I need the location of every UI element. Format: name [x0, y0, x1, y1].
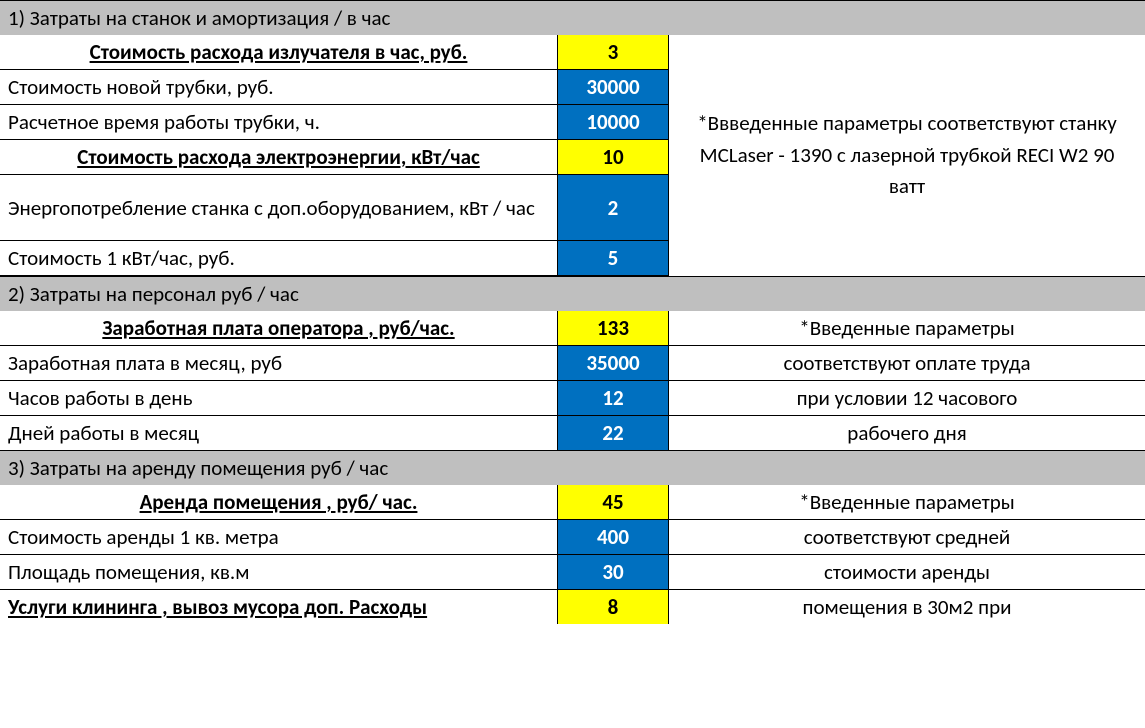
power-consumption-label: Энергопотребление станка с доп.оборудова… — [0, 175, 558, 240]
section-2-note-3: при условии 12 часового — [669, 381, 1145, 415]
section-1-header: 1) Затраты на станок и амортизация / в ч… — [0, 0, 1145, 35]
section-3-note-2: соответствуют средней — [669, 520, 1145, 554]
section-3-note-1: *Введенные параметры — [669, 485, 1145, 519]
power-consumption-value[interactable]: 2 — [558, 175, 669, 240]
tube-hours-label: Расчетное время работы трубки, ч. — [0, 105, 558, 139]
section-3-header: 3) Затраты на аренду помещения руб / час — [0, 450, 1145, 485]
operator-salary-value: 133 — [558, 311, 669, 345]
emitter-cost-label: Стоимость расхода излучателя в час, руб. — [0, 35, 558, 69]
electricity-cost-value: 10 — [558, 140, 669, 174]
rent-per-meter-label: Стоимость аренды 1 кв. метра — [0, 520, 558, 554]
cleaning-label: Услуги клининга , вывоз мусора доп. Расх… — [0, 590, 558, 624]
kwh-cost-value[interactable]: 5 — [558, 241, 669, 275]
monthly-salary-label: Заработная плата в месяц, руб — [0, 346, 558, 380]
emitter-cost-value: 3 — [558, 35, 669, 69]
section-2-note-4: рабочего дня — [669, 416, 1145, 450]
hours-per-day-label: Часов работы в день — [0, 381, 558, 415]
tube-cost-label: Стоимость новой трубки, руб. — [0, 70, 558, 104]
rent-per-hour-label: Аренда помещения , руб/ час. — [0, 485, 558, 519]
operator-salary-label: Заработная плата оператора , руб/час. — [0, 311, 558, 345]
days-per-month-value[interactable]: 22 — [558, 416, 669, 450]
days-per-month-label: Дней работы в месяц — [0, 416, 558, 450]
section-3-note-3: стоимости аренды — [669, 555, 1145, 589]
monthly-salary-value[interactable]: 35000 — [558, 346, 669, 380]
section-3-note-4: помещения в 30м2 при — [669, 590, 1145, 624]
section-2-note-1: *Введенные параметры — [669, 311, 1145, 345]
area-label: Площадь помещения, кв.м — [0, 555, 558, 589]
kwh-cost-label: Стоимость 1 кВт/час, руб. — [0, 241, 558, 275]
section-2-note-2: соответствуют оплате труда — [669, 346, 1145, 380]
tube-hours-value[interactable]: 10000 — [558, 105, 669, 139]
rent-per-meter-value[interactable]: 400 — [558, 520, 669, 554]
cleaning-value: 8 — [558, 590, 669, 624]
section-1-note: *Ввведенные параметры соответствуют стан… — [669, 35, 1145, 276]
section-2-header: 2) Затраты на персонал руб / час — [0, 276, 1145, 311]
area-value[interactable]: 30 — [558, 555, 669, 589]
hours-per-day-value[interactable]: 12 — [558, 381, 669, 415]
rent-per-hour-value: 45 — [558, 485, 669, 519]
electricity-cost-label: Стоимость расхода электроэнергии, кВт/ча… — [0, 140, 558, 174]
tube-cost-value[interactable]: 30000 — [558, 70, 669, 104]
